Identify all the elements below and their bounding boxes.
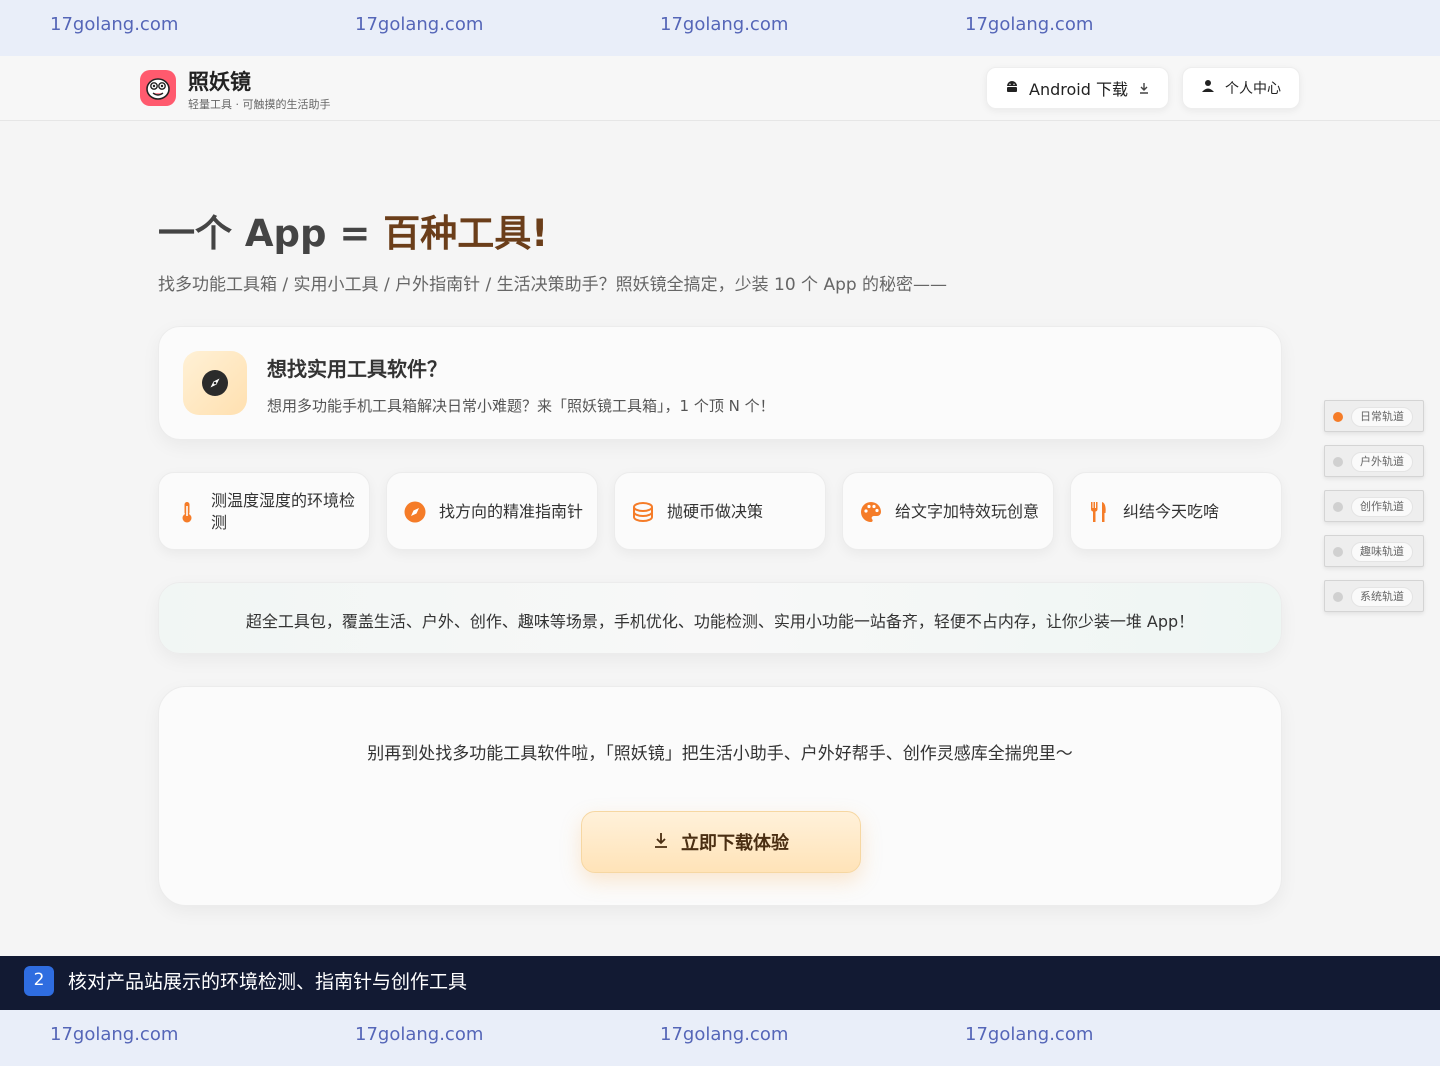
- caption-text: 核对产品站展示的环境检测、指南针与创作工具: [68, 971, 468, 993]
- feature-card-coin[interactable]: 抛硬币做决策: [614, 472, 826, 550]
- watermark-text: 17golang.com: [965, 1024, 1094, 1045]
- rail-label: 创作轨道: [1351, 497, 1413, 517]
- rail-dot: [1333, 502, 1343, 512]
- feature-card-food-picker[interactable]: 纠结今天吃啥: [1070, 472, 1282, 550]
- rail-label: 日常轨道: [1351, 407, 1413, 427]
- app-name[interactable]: 照妖镜: [188, 66, 251, 96]
- user-center-label: 个人中心: [1225, 81, 1281, 97]
- intro-description: 想用多功能手机工具箱解决日常小难题？来「照妖镜工具箱」，1 个顶 N 个！: [267, 397, 775, 415]
- compass-icon: [403, 500, 427, 524]
- rail-item-fun[interactable]: 趣味轨道: [1324, 535, 1424, 567]
- site-header: 照妖镜 轻量工具 · 可触摸的生活助手 Android 下载 个人中心: [0, 56, 1440, 121]
- download-now-button[interactable]: 立即下载体验: [581, 811, 861, 873]
- feature-label: 找方向的精准指南针: [439, 502, 584, 521]
- hero-title-prefix: 一个 App =: [158, 212, 384, 255]
- rail-label: 系统轨道: [1351, 587, 1413, 607]
- rail-item-system[interactable]: 系统轨道: [1324, 580, 1424, 612]
- rail-dot: [1333, 547, 1343, 557]
- feature-card-compass[interactable]: 找方向的精准指南针: [386, 472, 598, 550]
- hero-title: 一个 App = 百种工具!: [158, 203, 548, 257]
- watermark-text: 17golang.com: [660, 14, 789, 35]
- hero-title-accent: 百种工具!: [383, 212, 549, 255]
- cta-card: 别再到处找多功能工具软件啦，「照妖镜」把生活小助手、户外好帮手、创作灵感库全揣兜…: [158, 686, 1282, 906]
- rail-item-creative[interactable]: 创作轨道: [1324, 490, 1424, 522]
- intro-title: 想找实用工具软件？: [267, 357, 447, 381]
- rail-label: 趣味轨道: [1351, 542, 1413, 562]
- android-icon: [1005, 79, 1019, 98]
- watermark-bar-top: 17golang.com 17golang.com 17golang.com 1…: [0, 0, 1440, 56]
- compass-icon: [183, 351, 247, 415]
- watermark-text: 17golang.com: [355, 1024, 484, 1045]
- rail-item-outdoor[interactable]: 户外轨道: [1324, 445, 1424, 477]
- rail-label: 户外轨道: [1351, 452, 1413, 472]
- feature-label: 抛硬币做决策: [667, 502, 764, 521]
- features-banner: 超全工具包，覆盖生活、户外、创作、趣味等场景，手机优化、功能检测、实用小功能一站…: [158, 582, 1282, 654]
- utensils-icon: [1087, 500, 1111, 524]
- cartoon-face-icon[interactable]: [140, 70, 176, 106]
- watermark-bar-bottom: 17golang.com 17golang.com 17golang.com 1…: [0, 1010, 1440, 1066]
- intro-card: 想找实用工具软件？ 想用多功能手机工具箱解决日常小难题？来「照妖镜工具箱」，1 …: [158, 326, 1282, 440]
- download-icon: [653, 832, 669, 853]
- rail-dot: [1333, 457, 1343, 467]
- app-tagline: 轻量工具 · 可触摸的生活助手: [188, 98, 331, 111]
- banner-text: 超全工具包，覆盖生活、户外、创作、趣味等场景，手机优化、功能检测、实用小功能一站…: [245, 612, 1195, 631]
- caption-bar: 2 核对产品站展示的环境检测、指南针与创作工具: [0, 956, 1440, 1010]
- feature-label: 给文字加特效玩创意: [895, 502, 1040, 521]
- rail-item-daily[interactable]: 日常轨道: [1324, 400, 1424, 432]
- watermark-text: 17golang.com: [965, 14, 1094, 35]
- watermark-text: 17golang.com: [50, 1024, 179, 1045]
- download-now-label: 立即下载体验: [681, 833, 789, 854]
- watermark-text: 17golang.com: [50, 14, 179, 35]
- download-icon: [1138, 79, 1150, 98]
- palette-icon: [859, 500, 883, 524]
- hero-subtitle: 找多功能工具箱 / 实用小工具 / 户外指南针 / 生活决策助手？照妖镜全搞定，…: [158, 275, 948, 295]
- feature-label: 测温度湿度的环境检测: [211, 491, 356, 532]
- user-icon: [1201, 79, 1215, 97]
- coin-icon: [631, 500, 655, 524]
- feature-card-environment[interactable]: 测温度湿度的环境检测: [158, 472, 370, 550]
- cta-text: 别再到处找多功能工具软件啦，「照妖镜」把生活小助手、户外好帮手、创作灵感库全揣兜…: [367, 744, 1073, 764]
- feature-card-text-effects[interactable]: 给文字加特效玩创意: [842, 472, 1054, 550]
- caption-step-badge: 2: [24, 966, 54, 996]
- feature-label: 纠结今天吃啥: [1123, 502, 1220, 521]
- thermometer-icon: [175, 500, 199, 524]
- watermark-text: 17golang.com: [660, 1024, 789, 1045]
- watermark-text: 17golang.com: [355, 14, 484, 35]
- rail-dot-active: [1333, 412, 1343, 422]
- user-center-button[interactable]: 个人中心: [1182, 67, 1300, 109]
- android-download-button[interactable]: Android 下载: [986, 67, 1169, 109]
- rail-dot: [1333, 592, 1343, 602]
- android-download-label: Android 下载: [1029, 80, 1128, 99]
